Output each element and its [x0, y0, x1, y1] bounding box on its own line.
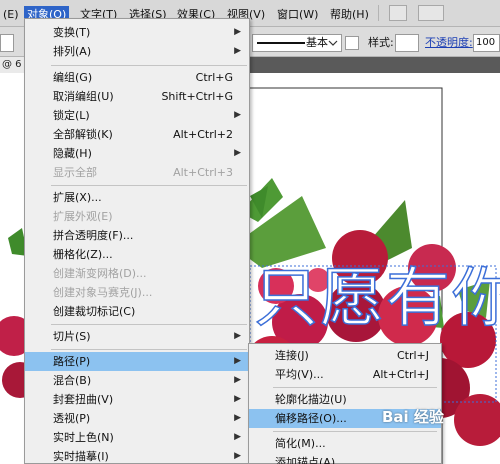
menu-separator [51, 349, 247, 350]
menu-item-unlock-all[interactable]: 全部解锁(K) Alt+Ctrl+2 [25, 125, 249, 144]
menu-item-create-object-mosaic[interactable]: 创建对象马赛克(J)... [25, 283, 249, 302]
menu-separator [51, 185, 247, 186]
menu-item-path[interactable]: 路径(P) ▶ [25, 352, 249, 371]
toolbar-separator [378, 5, 380, 21]
path-submenu: 连接(J) Ctrl+J 平均(V)... Alt+Ctrl+J 轮廓化描边(U) … [248, 343, 442, 464]
menu-item-group[interactable]: 编组(G) Ctrl+G [25, 68, 249, 87]
chevron-right-icon: ▶ [234, 46, 241, 56]
opacity-link[interactable]: 不透明度: [425, 36, 473, 50]
menu-item-ungroup[interactable]: 取消编组(U) Shift+Ctrl+G [25, 87, 249, 106]
object-menu: 变换(T) ▶ 排列(A) ▶ 编组(G) Ctrl+G 取消编组(U) Shift+C… [24, 18, 250, 464]
submenu-separator [273, 431, 437, 432]
menu-item-show-all[interactable]: 显示全部 Alt+Ctrl+3 [25, 163, 249, 182]
stroke-profile-dropdown[interactable] [252, 34, 342, 52]
bridge-icon[interactable] [389, 5, 407, 21]
menu-item-hide[interactable]: 隐藏(H) ▶ [25, 144, 249, 163]
menu-edit[interactable]: (E) [0, 6, 22, 24]
menu-item-envelope-distort[interactable]: 封套扭曲(V) ▶ [25, 390, 249, 409]
menu-item-lock[interactable]: 锁定(L) ▶ [25, 106, 249, 125]
menu-window[interactable]: 窗口(W) [274, 6, 321, 24]
chevron-right-icon: ▶ [234, 394, 241, 404]
menu-item-expand[interactable]: 扩展(X)... [25, 188, 249, 207]
fill-color-dropdown[interactable] [0, 34, 14, 52]
chevron-right-icon: ▶ [234, 27, 241, 37]
chevron-right-icon: ▶ [234, 331, 241, 341]
submenu-item-simplify[interactable]: 简化(M)... [249, 434, 441, 453]
chevron-right-icon: ▶ [234, 148, 241, 158]
chevron-right-icon: ▶ [234, 110, 241, 120]
menu-separator [51, 65, 247, 66]
submenu-item-average[interactable]: 平均(V)... Alt+Ctrl+J [249, 365, 441, 384]
stroke-style-label: 基本 [306, 36, 328, 49]
menu-item-create-gradient-mesh[interactable]: 创建渐变网格(D)... [25, 264, 249, 283]
menu-separator [51, 324, 247, 325]
chevron-right-icon: ▶ [234, 356, 241, 366]
menu-item-perspective[interactable]: 透视(P) ▶ [25, 409, 249, 428]
menu-item-slice[interactable]: 切片(S) ▶ [25, 327, 249, 346]
opacity-input[interactable]: 100 [473, 34, 500, 52]
menu-item-flatten-transparency[interactable]: 拼合透明度(F)... [25, 226, 249, 245]
style-label: 样式: [368, 36, 394, 49]
menu-item-create-trim-marks[interactable]: 创建裁切标记(C) [25, 302, 249, 321]
menu-item-live-trace[interactable]: 实时描摹(I) ▶ [25, 447, 249, 464]
tab-bar-background [240, 57, 500, 73]
chevron-right-icon: ▶ [234, 375, 241, 385]
document-tab[interactable]: @ 6 [0, 57, 24, 73]
submenu-separator [273, 387, 437, 388]
menu-item-live-paint[interactable]: 实时上色(N) ▶ [25, 428, 249, 447]
chevron-right-icon: ▶ [234, 413, 241, 423]
submenu-item-add-anchor-points[interactable]: 添加锚点(A) [249, 453, 441, 464]
menu-item-arrange[interactable]: 排列(A) ▶ [25, 42, 249, 61]
submenu-item-join[interactable]: 连接(J) Ctrl+J [249, 346, 441, 365]
stroke-options-icon[interactable] [345, 36, 359, 50]
menu-help[interactable]: 帮助(H) [327, 6, 372, 24]
artwork-text: 只愿有你 [253, 262, 500, 336]
watermark: Bai 经验 [382, 408, 444, 426]
arrange-documents-icon[interactable] [418, 5, 444, 21]
chevron-right-icon: ▶ [234, 432, 241, 442]
menu-item-rasterize[interactable]: 栅格化(Z)... [25, 245, 249, 264]
style-dropdown[interactable] [395, 34, 419, 52]
menu-item-transform[interactable]: 变换(T) ▶ [25, 23, 249, 42]
menu-item-blend[interactable]: 混合(B) ▶ [25, 371, 249, 390]
chevron-right-icon: ▶ [234, 451, 241, 461]
menu-item-expand-appearance[interactable]: 扩展外观(E) [25, 207, 249, 226]
